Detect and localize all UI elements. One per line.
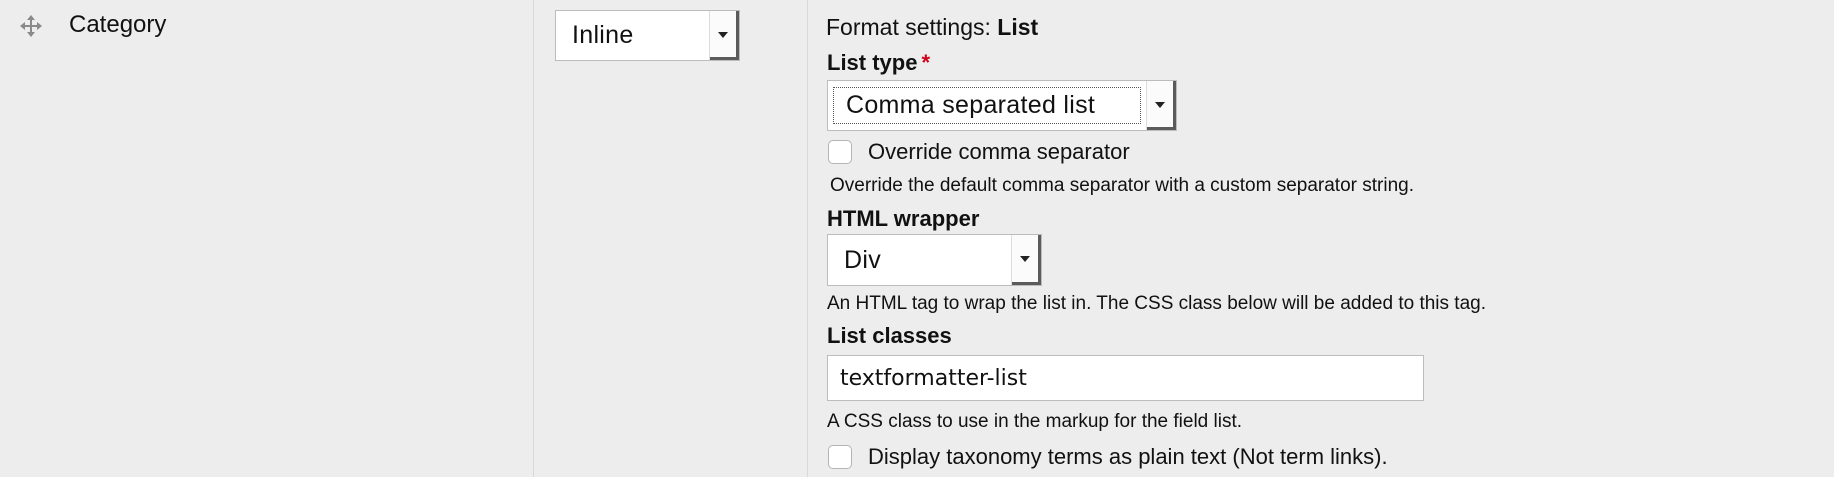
list-type-value: Comma separated list (846, 91, 1096, 119)
plain-text-terms-label[interactable]: Display taxonomy terms as plain text (No… (868, 444, 1388, 470)
chevron-down-icon (1155, 101, 1165, 108)
chevron-down-icon (1020, 256, 1030, 262)
list-classes-description: A CSS class to use in the markup for the… (827, 411, 1243, 432)
html-wrapper-value: Div (844, 245, 882, 274)
format-name: List (997, 14, 1039, 40)
column-divider (533, 0, 534, 477)
move-cross-icon[interactable] (20, 15, 42, 37)
html-wrapper-description: An HTML tag to wrap the list in. The CSS… (827, 293, 1486, 314)
format-settings-heading: Format settings: List (826, 14, 1039, 40)
list-type-label: List type * (827, 50, 931, 75)
field-label: Category (69, 11, 167, 38)
html-wrapper-select[interactable]: Div (827, 234, 1042, 286)
html-wrapper-label: HTML wrapper (827, 206, 980, 231)
label-display-value: Inline (572, 21, 634, 49)
override-separator-description: Override the default comma separator wit… (830, 175, 1414, 196)
label-display-select[interactable]: Inline (555, 10, 740, 61)
override-separator-label[interactable]: Override comma separator (868, 139, 1130, 165)
list-classes-label: List classes (827, 323, 952, 348)
list-classes-input[interactable] (827, 355, 1424, 401)
dropdown-arrow-box[interactable] (1011, 235, 1041, 285)
plain-text-terms-checkbox[interactable] (828, 445, 852, 469)
column-divider (807, 0, 808, 477)
required-marker: * (921, 50, 931, 75)
override-separator-checkbox[interactable] (828, 140, 852, 164)
dropdown-arrow-box[interactable] (1146, 81, 1176, 130)
dropdown-arrow-box[interactable] (709, 11, 739, 60)
list-type-select[interactable]: Comma separated list (827, 80, 1177, 131)
chevron-down-icon (718, 31, 728, 38)
